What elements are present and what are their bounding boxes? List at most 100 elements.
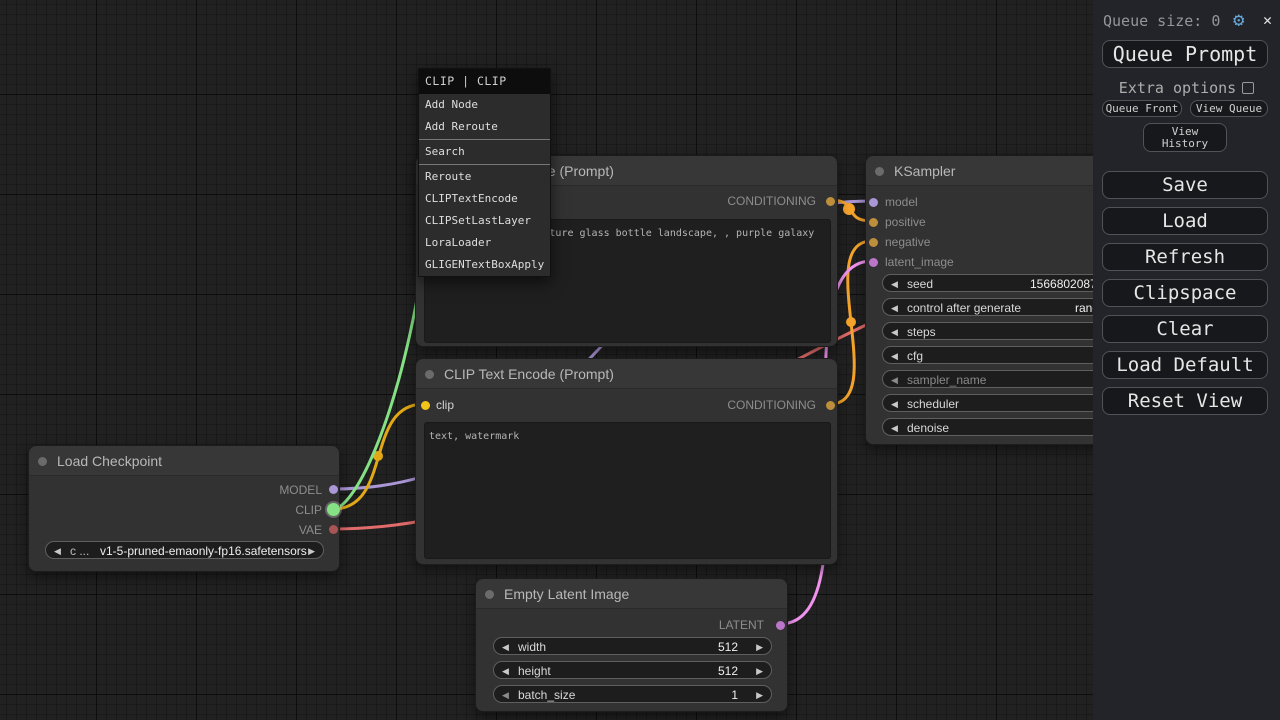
input-slot-clip[interactable] <box>421 401 430 410</box>
widget-batch-size[interactable]: ◀ batch_size 1 ▶ <box>493 685 772 703</box>
collapse-dot-icon[interactable] <box>425 370 434 379</box>
widget-height[interactable]: ◀ height 512 ▶ <box>493 661 772 679</box>
menu-item-loraloader[interactable]: LoraLoader <box>419 232 550 254</box>
app-window: Load Checkpoint MODEL CLIP VAE ◀ c ... v… <box>0 0 1280 720</box>
menu-item-reroute[interactable]: Reroute <box>419 166 550 188</box>
input-label-negative: negative <box>885 235 930 249</box>
menu-item-add-reroute[interactable]: Add Reroute <box>419 116 550 138</box>
widget-sampler-name[interactable]: ◀ sampler_name <box>882 370 1120 388</box>
prev-value-arrow-icon[interactable]: ◀ <box>54 546 61 556</box>
menu-separator <box>419 164 550 165</box>
prev-value-arrow-icon[interactable]: ◀ <box>891 375 898 385</box>
menu-item-gligentextboxapply[interactable]: GLIGENTextBoxApply <box>419 254 550 276</box>
prev-value-arrow-icon[interactable]: ◀ <box>891 399 898 409</box>
refresh-button[interactable]: Refresh <box>1102 243 1268 271</box>
next-value-arrow-icon[interactable]: ▶ <box>756 690 763 700</box>
widget-value: 1566802087 <box>1030 277 1097 291</box>
output-slot-latent[interactable] <box>776 621 785 630</box>
queue-status-row: Queue size: 0 ⚙ ✕ <box>1103 11 1273 33</box>
node-title: Load Checkpoint <box>57 453 162 469</box>
menu-item-search[interactable]: Search <box>419 141 550 163</box>
prev-value-arrow-icon[interactable]: ◀ <box>891 327 898 337</box>
extra-options-row: Extra options <box>1093 79 1280 97</box>
output-slot-clip-active[interactable] <box>327 503 340 516</box>
settings-gear-icon[interactable]: ⚙ <box>1233 9 1244 31</box>
output-label-model: MODEL <box>279 483 322 497</box>
load-default-button[interactable]: Load Default <box>1102 351 1268 379</box>
menu-separator <box>419 139 550 140</box>
widget-cfg[interactable]: ◀ cfg <box>882 346 1120 364</box>
widget-label: control after generate <box>907 301 1021 315</box>
input-slot-positive[interactable] <box>869 218 878 227</box>
node-title: CLIP Text Encode (Prompt) <box>444 366 614 382</box>
view-history-button[interactable]: View History <box>1143 123 1227 152</box>
output-slot-conditioning[interactable] <box>826 197 835 206</box>
output-slot-vae[interactable] <box>329 525 338 534</box>
widget-label: width <box>518 640 546 654</box>
widget-label: batch_size <box>518 688 575 702</box>
collapse-dot-icon[interactable] <box>485 590 494 599</box>
node-title: Empty Latent Image <box>504 586 629 602</box>
next-value-arrow-icon[interactable]: ▶ <box>756 666 763 676</box>
node-load-checkpoint[interactable]: Load Checkpoint MODEL CLIP VAE ◀ c ... v… <box>28 445 340 572</box>
close-icon[interactable]: ✕ <box>1263 11 1272 29</box>
prev-value-arrow-icon[interactable]: ◀ <box>502 666 509 676</box>
output-slot-model[interactable] <box>329 485 338 494</box>
input-label-model: model <box>885 195 918 209</box>
view-queue-button[interactable]: View Queue <box>1190 100 1268 117</box>
widget-label: seed <box>907 277 933 291</box>
load-button[interactable]: Load <box>1102 207 1268 235</box>
widget-seed[interactable]: ◀ seed 1566802087 <box>882 274 1120 292</box>
node-load-checkpoint-header[interactable]: Load Checkpoint <box>29 446 339 476</box>
clipspace-button[interactable]: Clipspace <box>1102 279 1268 307</box>
collapse-dot-icon[interactable] <box>38 457 47 466</box>
widget-label: cfg <box>907 349 923 363</box>
input-slot-model[interactable] <box>869 198 878 207</box>
widget-label: steps <box>907 325 936 339</box>
queue-size-label: Queue size: 0 <box>1103 12 1220 30</box>
output-slot-conditioning[interactable] <box>826 401 835 410</box>
input-label-positive: positive <box>885 215 926 229</box>
prev-value-arrow-icon[interactable]: ◀ <box>502 690 509 700</box>
widget-width[interactable]: ◀ width 512 ▶ <box>493 637 772 655</box>
widget-label: scheduler <box>907 397 959 411</box>
prev-value-arrow-icon[interactable]: ◀ <box>891 423 898 433</box>
widget-label: sampler_name <box>907 373 986 387</box>
widget-steps[interactable]: ◀ steps <box>882 322 1120 340</box>
menu-item-clipsetlastlayer[interactable]: CLIPSetLastLayer <box>419 210 550 232</box>
prev-value-arrow-icon[interactable]: ◀ <box>502 642 509 652</box>
clear-button[interactable]: Clear <box>1102 315 1268 343</box>
prev-value-arrow-icon[interactable]: ◀ <box>891 351 898 361</box>
widget-ckpt-name[interactable]: ◀ c ... v1-5-pruned-emaonly-fp16.safeten… <box>45 541 324 559</box>
input-slot-negative[interactable] <box>869 238 878 247</box>
node-clip-text-encode-negative[interactable]: CLIP Text Encode (Prompt) clip CONDITION… <box>415 358 838 565</box>
widget-scheduler[interactable]: ◀ scheduler <box>882 394 1120 412</box>
menu-item-add-node[interactable]: Add Node <box>419 94 550 116</box>
node-header[interactable]: CLIP Text Encode (Prompt) <box>416 359 837 389</box>
queue-prompt-button[interactable]: Queue Prompt <box>1102 40 1268 68</box>
context-menu-title: CLIP | CLIP <box>419 69 550 94</box>
input-slot-latent-image[interactable] <box>869 258 878 267</box>
widget-label: height <box>518 664 551 678</box>
reset-view-button[interactable]: Reset View <box>1102 387 1268 415</box>
extra-options-checkbox[interactable] <box>1242 82 1254 94</box>
node-title: KSampler <box>894 163 955 179</box>
widget-label: denoise <box>907 421 949 435</box>
node-header[interactable]: Empty Latent Image <box>476 579 787 609</box>
node-empty-latent-image[interactable]: Empty Latent Image LATENT ◀ width 512 ▶ … <box>475 578 788 712</box>
input-label-latent-image: latent_image <box>885 255 954 269</box>
widget-denoise[interactable]: ◀ denoise <box>882 418 1120 436</box>
queue-front-button[interactable]: Queue Front <box>1102 100 1182 117</box>
next-value-arrow-icon[interactable]: ▶ <box>308 546 315 556</box>
output-label-clip: CLIP <box>295 503 322 517</box>
widget-value: v1-5-pruned-emaonly-fp16.safetensors <box>100 544 307 558</box>
prompt-textarea[interactable]: text, watermark <box>424 422 831 559</box>
widget-value: 512 <box>718 664 738 678</box>
next-value-arrow-icon[interactable]: ▶ <box>756 642 763 652</box>
widget-control-after-generate[interactable]: ◀ control after generate randomize <box>882 298 1120 316</box>
menu-item-cliptextencode[interactable]: CLIPTextEncode <box>419 188 550 210</box>
save-button[interactable]: Save <box>1102 171 1268 199</box>
collapse-dot-icon[interactable] <box>875 167 884 176</box>
prev-value-arrow-icon[interactable]: ◀ <box>891 303 898 313</box>
prev-value-arrow-icon[interactable]: ◀ <box>891 279 898 289</box>
